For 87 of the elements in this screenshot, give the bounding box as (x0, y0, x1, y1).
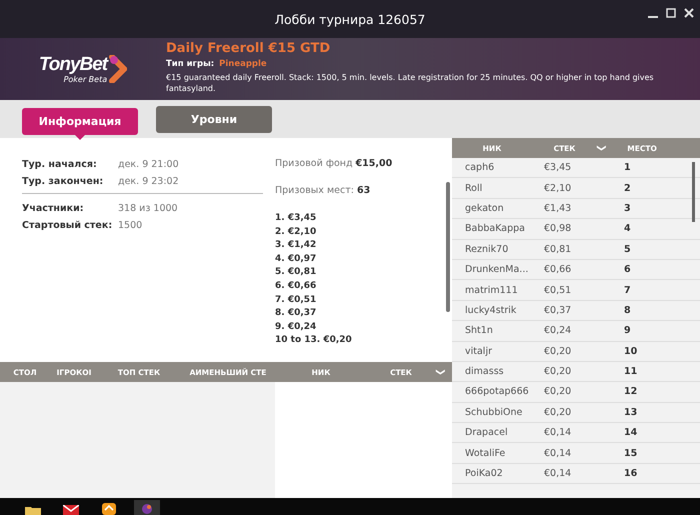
player-nick: Sht1n (465, 325, 494, 336)
player-place: 6 (624, 264, 632, 276)
folder-icon (25, 505, 41, 515)
player-stack: €0,20 (544, 366, 572, 378)
player-nick: lucky4strik (465, 304, 518, 316)
tournament-description: €15 guaranteed daily Freeroll. Stack: 1500, 5 min. levels. Late registration for 25 minutes. QQ or higher in top hand gives fantasyland. (166, 72, 655, 94)
info-label: Тур. начался: (22, 159, 98, 170)
player-place: 2 (624, 182, 632, 194)
sort-icon[interactable]: ❯ (434, 368, 445, 376)
player-nick: SchubbiOne (465, 406, 524, 418)
sort-icon[interactable]: ❯ (596, 144, 606, 152)
maximize-icon[interactable] (666, 8, 676, 18)
player-place: 16 (624, 468, 638, 480)
player-nick: Roll (465, 182, 484, 194)
payout-line: 6. €0,66 (275, 280, 318, 293)
info-label: Стартовый стек: (22, 220, 114, 231)
player-stack: €2,10 (544, 182, 572, 194)
player-place: 1 (624, 162, 632, 174)
player-place: 10 (624, 346, 638, 357)
player-stack: €0,20 (544, 346, 572, 357)
payout-line: 4. €0,97 (275, 252, 318, 266)
player-stack: €0,51 (544, 284, 572, 296)
logo-text: TonyBet (38, 54, 108, 74)
mail-icon (63, 505, 79, 515)
player-stack: €0,81 (544, 244, 572, 255)
player-place: 15 (624, 448, 638, 459)
player-nick: dimasss (465, 366, 505, 378)
player-place: 4 (624, 223, 632, 234)
payout-line: 7. €0,51 (275, 294, 318, 307)
player-stack: €1,43 (544, 202, 572, 214)
player-nick: gekaton (465, 202, 505, 214)
player-place: 3 (624, 202, 632, 214)
player-stack: €0,14 (544, 448, 572, 459)
payout-line: 3. €1,42 (275, 239, 318, 252)
info-value: 1500 (118, 220, 142, 231)
tournament-title: Daily Freeroll €15 GTD (166, 41, 332, 56)
scrollbar-thumb[interactable] (446, 182, 450, 312)
player-place: 14 (624, 427, 638, 438)
info-value: 318 из 1000 (118, 203, 178, 214)
player-nick: caph6 (465, 162, 496, 174)
player-place: 13 (624, 406, 638, 418)
tab[interactable]: Уровни (156, 106, 272, 132)
player-place: 9 (624, 325, 632, 336)
payout-line: 10 to 13. €0,20 (275, 334, 353, 348)
scrollbar-thumb[interactable] (692, 162, 695, 222)
player-nick: vitaljr (465, 346, 493, 357)
player-nick: Drapacel (465, 427, 509, 438)
player-nick: PoiKa02 (465, 468, 504, 480)
close-icon[interactable] (684, 8, 694, 18)
player-stack: €0,20 (544, 386, 572, 398)
player-stack: €0,14 (544, 427, 572, 438)
player-nick: 666potap666 (465, 386, 530, 398)
prize-places: Призовых мест: 63 (275, 185, 372, 196)
logo-subtitle: Poker Beta (64, 74, 108, 84)
player-place: 12 (624, 386, 638, 398)
player-stack: €3,45 (544, 162, 572, 174)
info-label: Участники: (22, 203, 85, 214)
player-stack: €0,14 (544, 468, 572, 480)
info-value: дек. 9 23:02 (118, 176, 179, 187)
logo-icon (109, 55, 128, 83)
player-stack: €0,66 (544, 264, 572, 276)
player-nick: WotaliFe (465, 448, 506, 459)
player-place: 11 (624, 366, 638, 378)
info-label: Тур. закончен: (22, 176, 104, 187)
game-type-label: Тип игры: (166, 59, 214, 69)
payout-line: 8. €0,37 (275, 307, 318, 320)
payout-line: 1. €3,45 (275, 212, 318, 225)
player-nick: matrim111 (465, 284, 519, 296)
player-stack: €0,24 (544, 325, 572, 336)
player-stack: €0,98 (544, 223, 572, 234)
app-icon (102, 503, 116, 515)
info-value: дек. 9 21:00 (118, 159, 179, 170)
player-stack: €0,20 (544, 406, 572, 418)
player-nick: DrunkenMa... (465, 264, 530, 276)
prize-fund: Призовой фонд €15,00 (275, 158, 394, 169)
player-nick: BabbaKappa (465, 223, 526, 234)
player-nick: Reznik70 (465, 244, 510, 255)
player-place: 8 (624, 304, 632, 316)
game-type-value: Pineapple (219, 59, 267, 69)
window-title: Лобби турнира 126057 (274, 12, 426, 26)
player-place: 7 (624, 284, 632, 296)
payout-line: 2. €2,10 (275, 226, 318, 239)
player-stack: €0,37 (544, 304, 572, 316)
payout-line: 9. €0,24 (275, 320, 318, 334)
logo-icon (141, 503, 153, 515)
player-place: 5 (624, 244, 632, 255)
payout-line: 5. €0,81 (275, 266, 318, 280)
